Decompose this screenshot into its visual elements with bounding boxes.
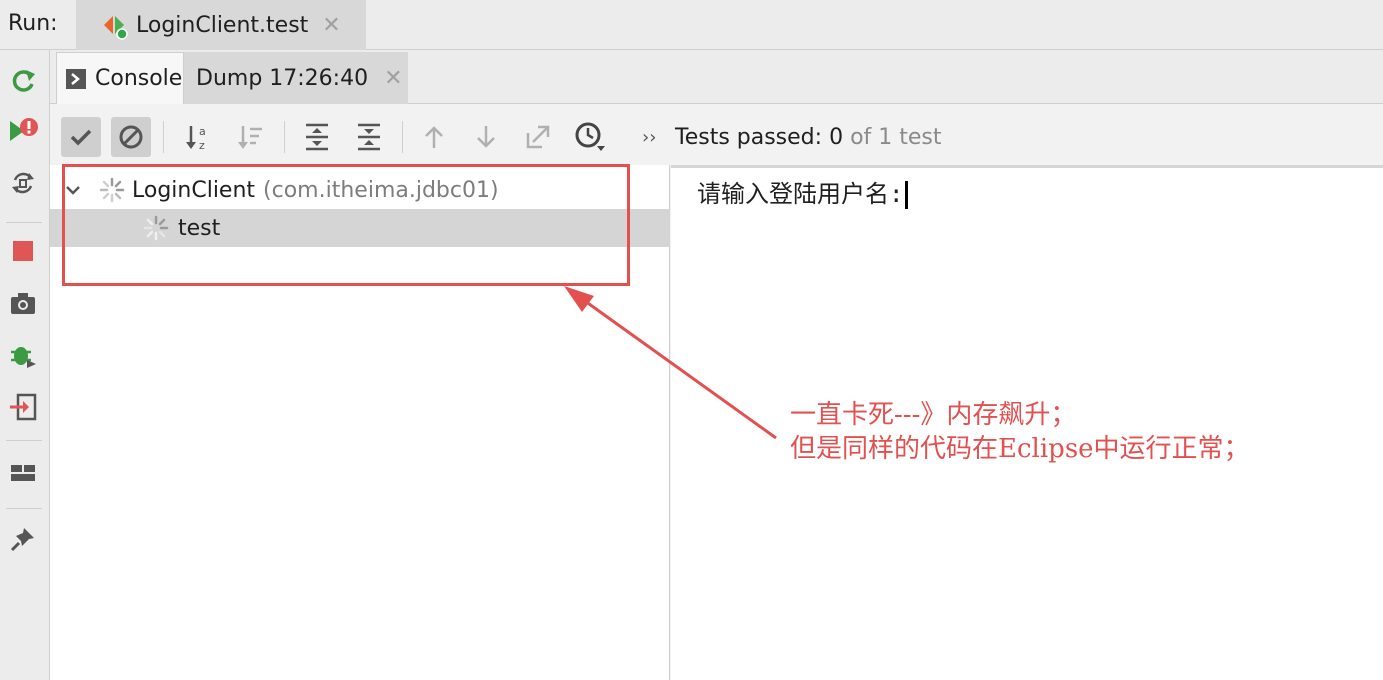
svg-text:a: a bbox=[199, 125, 206, 138]
check-icon bbox=[70, 129, 92, 146]
sort-by-duration-button[interactable] bbox=[230, 117, 270, 157]
rerun-button[interactable] bbox=[6, 64, 40, 98]
import-tests-button[interactable] bbox=[6, 390, 40, 424]
collapse-all-icon bbox=[358, 123, 380, 151]
run-toolwindow-header: Run: LoginClient.test ✕ bbox=[0, 0, 1383, 50]
junit-run-icon bbox=[104, 16, 128, 40]
auto-test-icon bbox=[12, 172, 34, 194]
text-caret bbox=[905, 181, 909, 209]
console-line: 请输入登陆用户名: bbox=[697, 174, 909, 209]
rerun-failed-tests-button[interactable] bbox=[6, 114, 40, 148]
toggle-auto-test-button[interactable] bbox=[6, 166, 40, 200]
console-prompt-text: 请输入登陆用户名: bbox=[697, 180, 904, 208]
annotation-line-1: 一直卡死---》内存飙升； bbox=[790, 400, 1077, 430]
collapse-all-button[interactable] bbox=[349, 117, 389, 157]
pin-icon bbox=[10, 528, 34, 552]
pin-tab-button[interactable] bbox=[6, 522, 40, 556]
show-ignored-button[interactable] bbox=[111, 117, 151, 157]
arrow-up-icon bbox=[425, 126, 443, 148]
annotation-line-2: 但是同样的代码在Eclipse中运行正常； bbox=[790, 434, 1250, 464]
tests-passed-count: 0 bbox=[829, 125, 844, 150]
show-passed-button[interactable] bbox=[61, 117, 101, 157]
dump-threads-button[interactable] bbox=[6, 286, 40, 320]
console-tab-bar: Console Dump 17:26:40 ✕ bbox=[50, 50, 1383, 104]
debug-reload-button[interactable] bbox=[6, 338, 40, 372]
stop-icon bbox=[13, 241, 33, 261]
clock-icon bbox=[575, 122, 605, 151]
bug-icon bbox=[11, 347, 36, 368]
tab-console[interactable]: Console bbox=[56, 52, 184, 104]
toolbar-overflow-icon[interactable]: ›› bbox=[642, 127, 656, 148]
sort-duration-icon bbox=[238, 126, 262, 149]
stop-button[interactable] bbox=[6, 234, 40, 268]
run-config-tab-title: LoginClient.test bbox=[136, 12, 309, 38]
tab-thread-dump[interactable]: Dump 17:26:40 ✕ bbox=[184, 52, 408, 104]
camera-icon bbox=[11, 293, 35, 314]
test-runner-toolbar: a z ›› Tests passed: 0 of 1 test bbox=[50, 105, 1383, 165]
import-icon bbox=[10, 393, 37, 421]
export-icon bbox=[526, 125, 550, 149]
next-failed-test-button[interactable] bbox=[466, 117, 506, 157]
ignored-icon bbox=[119, 125, 143, 149]
run-config-tab[interactable]: LoginClient.test ✕ bbox=[76, 0, 366, 50]
rerun-icon bbox=[12, 70, 35, 92]
test-status: Tests passed: 0 of 1 test bbox=[675, 125, 942, 150]
run-label: Run: bbox=[8, 11, 58, 36]
previous-failed-test-button[interactable] bbox=[414, 117, 454, 157]
tab-dump-label: Dump 17:26:40 bbox=[196, 65, 369, 91]
sort-alphabetically-button[interactable]: a z bbox=[178, 117, 218, 157]
run-side-toolbar bbox=[0, 50, 50, 680]
test-status-prefix: Tests passed: bbox=[675, 125, 830, 150]
sort-alpha-icon: a z bbox=[186, 125, 206, 152]
annotation-highlight-box bbox=[62, 164, 630, 286]
test-history-button[interactable] bbox=[570, 117, 610, 157]
svg-text:z: z bbox=[199, 139, 205, 152]
arrow-down-icon bbox=[477, 126, 495, 148]
rerun-failed-icon bbox=[10, 118, 38, 141]
expand-all-button[interactable] bbox=[297, 117, 337, 157]
tab-console-label: Console bbox=[95, 66, 183, 91]
test-status-total: of 1 test bbox=[850, 125, 942, 150]
layout-icon bbox=[11, 465, 35, 481]
restore-layout-button[interactable] bbox=[6, 456, 40, 490]
export-results-button[interactable] bbox=[518, 117, 558, 157]
close-icon[interactable]: ✕ bbox=[384, 66, 402, 91]
annotation-text: 一直卡死---》内存飙升； 但是同样的代码在Eclipse中运行正常； bbox=[790, 398, 1250, 466]
expand-all-icon bbox=[306, 123, 328, 151]
console-icon bbox=[66, 68, 86, 89]
close-icon[interactable]: ✕ bbox=[322, 13, 340, 38]
